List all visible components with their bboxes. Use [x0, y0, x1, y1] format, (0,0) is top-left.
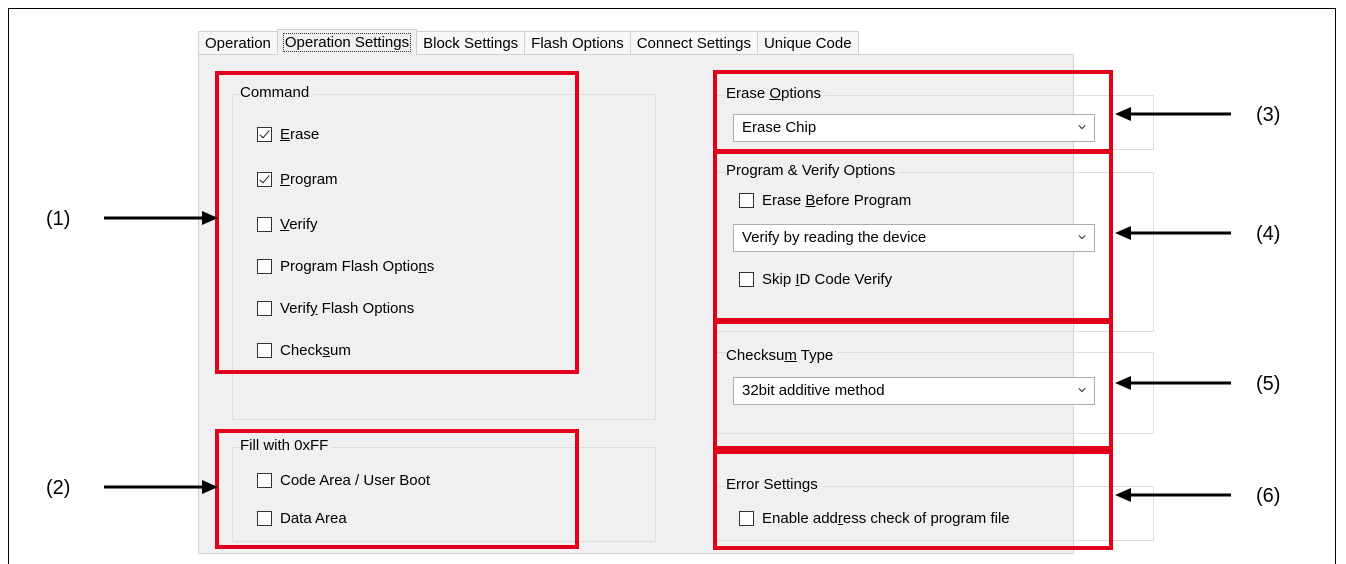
arrow-left-icon: [1115, 107, 1231, 121]
callout-label-2: (2): [46, 477, 71, 499]
tab-block-settings[interactable]: Block Settings: [416, 31, 526, 55]
arrow-left-icon: [1115, 226, 1231, 240]
tab-operation[interactable]: Operation: [198, 31, 278, 55]
arrow-right-icon: [104, 480, 218, 494]
arrow-left-icon: [1115, 376, 1231, 390]
callout-label-6: (6): [1256, 485, 1281, 507]
highlight-box-6: [713, 450, 1113, 550]
highlight-box-3: [713, 70, 1113, 153]
callout-label-4: (4): [1256, 223, 1281, 245]
highlight-box-2: [215, 429, 579, 549]
tab-unique-code[interactable]: Unique Code: [756, 31, 859, 55]
tab-bar: Operation Operation Settings Block Setti…: [198, 29, 859, 55]
callout-label-5: (5): [1256, 373, 1281, 395]
callout-label-3: (3): [1256, 104, 1281, 126]
callout-label-1: (1): [46, 208, 71, 230]
highlight-box-1: [215, 71, 579, 374]
tab-operation-settings[interactable]: Operation Settings: [276, 29, 418, 55]
arrow-right-icon: [104, 211, 218, 225]
tab-connect-settings[interactable]: Connect Settings: [629, 31, 758, 55]
highlight-box-4: [713, 150, 1113, 322]
arrow-left-icon: [1115, 488, 1231, 502]
highlight-box-5: [713, 320, 1113, 450]
tab-flash-options[interactable]: Flash Options: [524, 31, 631, 55]
